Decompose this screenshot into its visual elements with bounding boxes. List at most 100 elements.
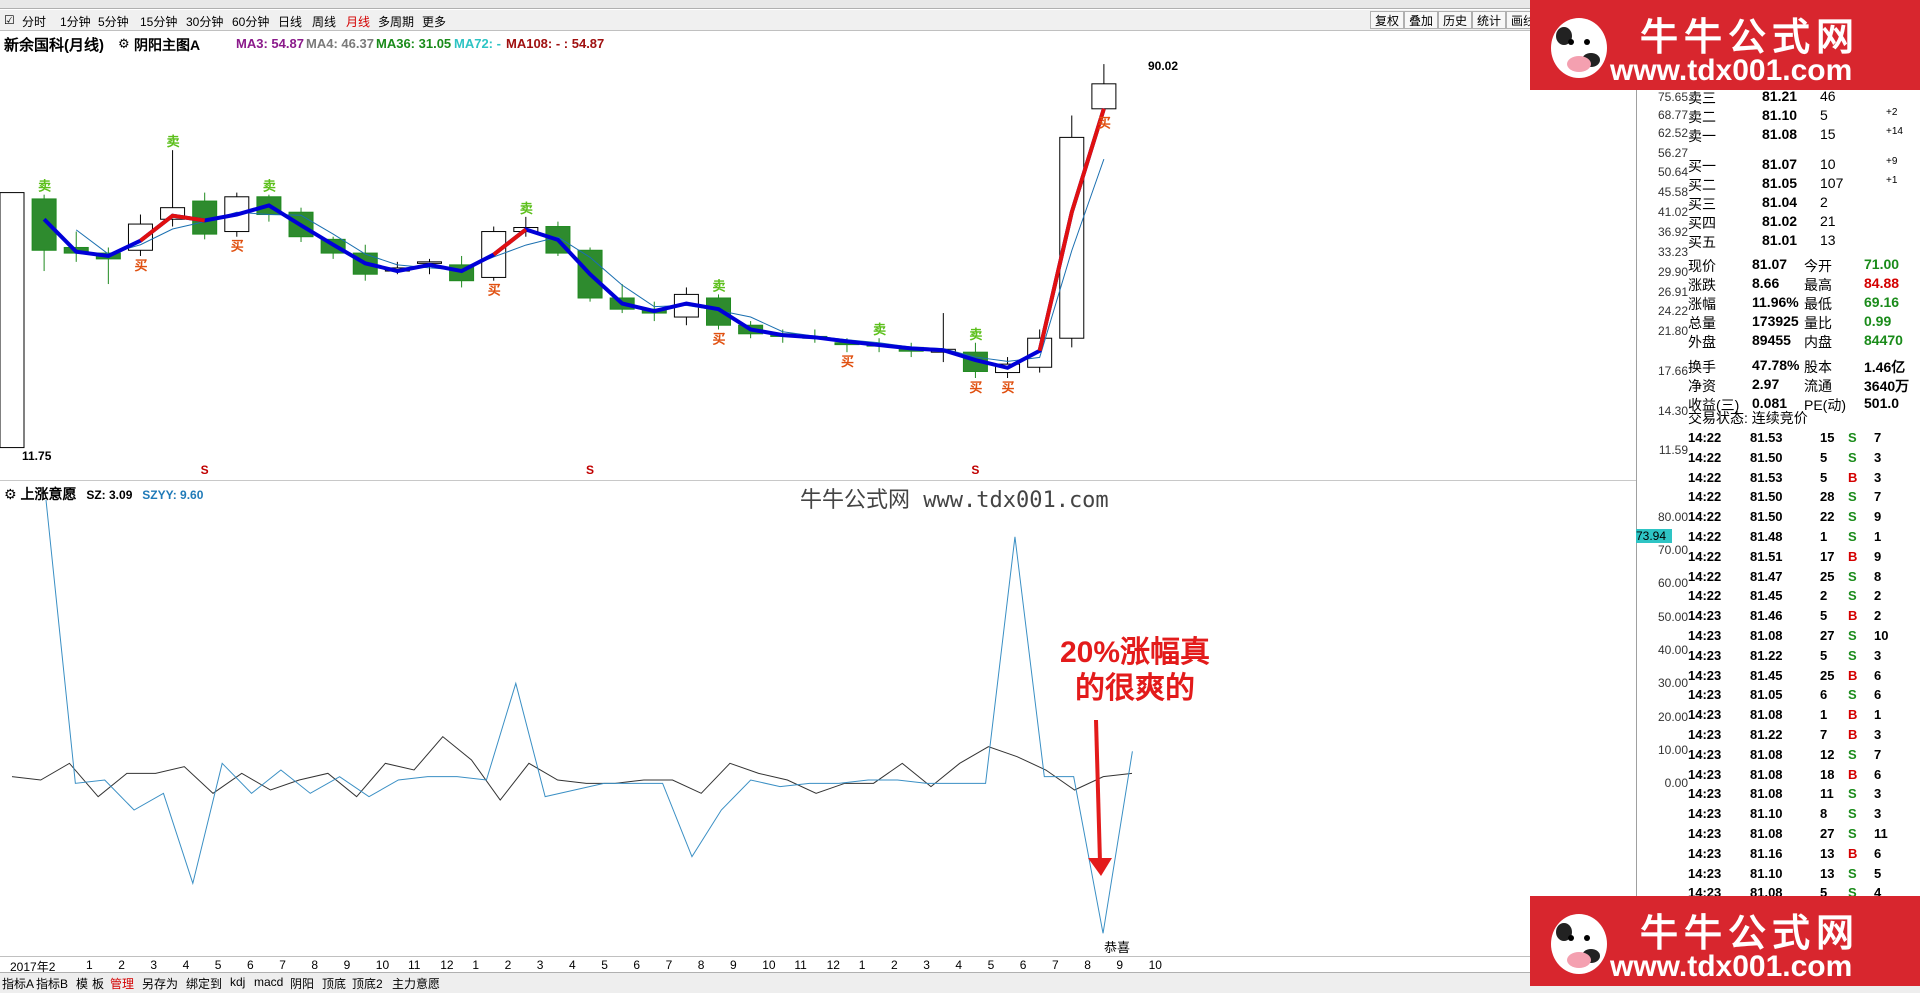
indicator-tab[interactable]: 顶底2	[352, 975, 383, 992]
sub-chart-title: ⚙ 上涨意愿 SZ: 3.09 SZYY: 9.60	[4, 484, 203, 504]
indicator-tab[interactable]: 板	[92, 975, 104, 992]
tick-row: 14:23 81.08 12 S 7	[1688, 747, 1920, 765]
tick-vol: 5	[1820, 449, 1828, 465]
gongxi-label: 恭喜	[1104, 940, 1130, 955]
x-tick: 8	[311, 958, 319, 972]
order-vol: 2	[1820, 194, 1828, 210]
cow-logo-icon	[1551, 18, 1607, 78]
tick-side: S	[1848, 489, 1857, 505]
price-tick: 41.02	[1657, 205, 1688, 220]
sell-marker: 卖	[263, 179, 276, 194]
quote-value: 8.66	[1752, 275, 1780, 291]
quote-label: 流通	[1804, 378, 1832, 394]
tick-row: 14:22 81.51 17 B 9	[1688, 549, 1920, 567]
tick-time: 14:22	[1688, 449, 1722, 465]
order-price: 81.07	[1762, 156, 1798, 172]
tick-vol: 25	[1820, 667, 1835, 683]
annotation-line: 20%涨幅真	[1059, 636, 1211, 669]
order-price: 81.10	[1762, 107, 1798, 123]
tick-count: 3	[1874, 786, 1882, 802]
indicator-tab[interactable]: 阴阳	[290, 975, 314, 992]
watermark-line2: www.tdx001.com	[1610, 950, 1853, 983]
sub-tick: 30.00	[1657, 676, 1688, 691]
tick-count: 3	[1874, 449, 1882, 465]
s-marker: S	[586, 463, 594, 477]
order-vol: 46	[1820, 88, 1836, 104]
sell-marker: 卖	[873, 322, 886, 337]
sell-marker: 卖	[713, 278, 726, 293]
high-label: 90.02	[1148, 59, 1178, 73]
watermark-line1: 牛牛公式网	[1640, 17, 1861, 59]
quote-label: 涨跌	[1688, 277, 1716, 293]
x-tick: 10	[375, 958, 390, 972]
x-tick: 9	[730, 958, 737, 972]
tick-time: 14:23	[1688, 806, 1722, 822]
price-tick: 21.80	[1657, 324, 1688, 339]
quote-row: 换手 47.78% 股本 1.46亿	[1688, 357, 1920, 375]
tick-count: 9	[1874, 548, 1882, 564]
x-tick: 8	[697, 958, 705, 972]
order-row[interactable]: 卖一 81.08 15 +14	[1688, 126, 1920, 144]
quote-value: 81.07	[1752, 256, 1788, 272]
tick-side: S	[1848, 529, 1857, 544]
price-tick: 62.52	[1657, 125, 1688, 140]
quote-label: 现价	[1688, 258, 1716, 274]
order-row[interactable]: 买一 81.07 10 +9	[1688, 156, 1920, 174]
indicator-tab[interactable]: 指标B	[36, 975, 68, 992]
tick-vol: 1	[1820, 529, 1828, 544]
candle	[1091, 64, 1117, 114]
tick-count: 3	[1874, 647, 1882, 663]
tick-time: 14:22	[1688, 588, 1722, 604]
indicator-tab[interactable]: 指标A	[2, 975, 34, 992]
quote-row: 外盘 89455 内盘 84470	[1688, 332, 1920, 350]
indicator-tab[interactable]: kdj	[230, 975, 245, 989]
tick-side: S	[1848, 430, 1857, 445]
indicator-tab[interactable]: 管理	[110, 975, 134, 992]
candle	[0, 192, 25, 449]
order-chg: +14	[1886, 126, 1903, 137]
order-row[interactable]: 买三 81.04 2	[1688, 194, 1920, 212]
order-row[interactable]: 买四 81.02 21	[1688, 213, 1920, 231]
sub-tick: 20.00	[1657, 709, 1688, 724]
indicator-tab[interactable]: 模	[76, 975, 88, 992]
tick-time: 14:23	[1688, 786, 1722, 802]
tick-vol: 13	[1820, 845, 1835, 861]
tick-side: B	[1848, 667, 1858, 683]
x-tick: 4	[569, 958, 576, 972]
indicator-tab[interactable]: 顶底	[322, 975, 346, 992]
settings-icon[interactable]: ⚙	[4, 486, 17, 502]
center-watermark: 牛牛公式网 www.tdx001.com	[800, 488, 1109, 513]
tick-side: S	[1848, 568, 1857, 584]
quote-row: 总量 173925 量比 0.99	[1688, 313, 1920, 331]
tick-vol: 5	[1820, 469, 1828, 485]
tick-row: 14:22 81.53 5 B 3	[1688, 470, 1920, 488]
tick-vol: 11	[1820, 786, 1834, 802]
watermark-top: 牛牛公式网 www.tdx001.com	[1530, 0, 1920, 90]
x-tick: 6	[633, 958, 641, 972]
indicator-tab[interactable]: 绑定到	[186, 975, 222, 992]
tick-count: 6	[1874, 687, 1882, 703]
order-row[interactable]: 买二 81.05 107 +1	[1688, 175, 1920, 193]
tick-row: 14:23 81.46 5 B 2	[1688, 608, 1920, 626]
tick-time: 14:23	[1688, 845, 1722, 861]
order-row[interactable]: 买五 81.01 13	[1688, 232, 1920, 250]
tick-vol: 25	[1820, 568, 1835, 584]
sub-current-value: 73.94	[1636, 528, 1672, 543]
order-vol: 10	[1820, 156, 1836, 172]
indicator-tab[interactable]: 主力意愿	[392, 975, 440, 992]
x-tick: 3	[150, 958, 158, 972]
quote-value: 71.00	[1864, 256, 1900, 272]
tick-row: 14:23 81.08 18 B 6	[1688, 767, 1920, 785]
quote-value: 0.99	[1864, 313, 1892, 329]
tick-time: 14:22	[1688, 509, 1722, 525]
x-tick: 7	[279, 958, 286, 972]
indicator-tab[interactable]: 另存为	[142, 975, 178, 992]
buy-marker: 买	[969, 380, 982, 395]
order-label: 买四	[1688, 215, 1716, 231]
indicator-tab[interactable]: macd	[254, 975, 283, 989]
order-chg: +9	[1886, 156, 1898, 167]
tick-vol: 7	[1820, 727, 1828, 742]
order-row[interactable]: 卖二 81.10 5 +2	[1688, 107, 1920, 125]
price-tick: 45.58	[1657, 185, 1688, 200]
order-row[interactable]: 卖三 81.21 46	[1688, 88, 1920, 106]
